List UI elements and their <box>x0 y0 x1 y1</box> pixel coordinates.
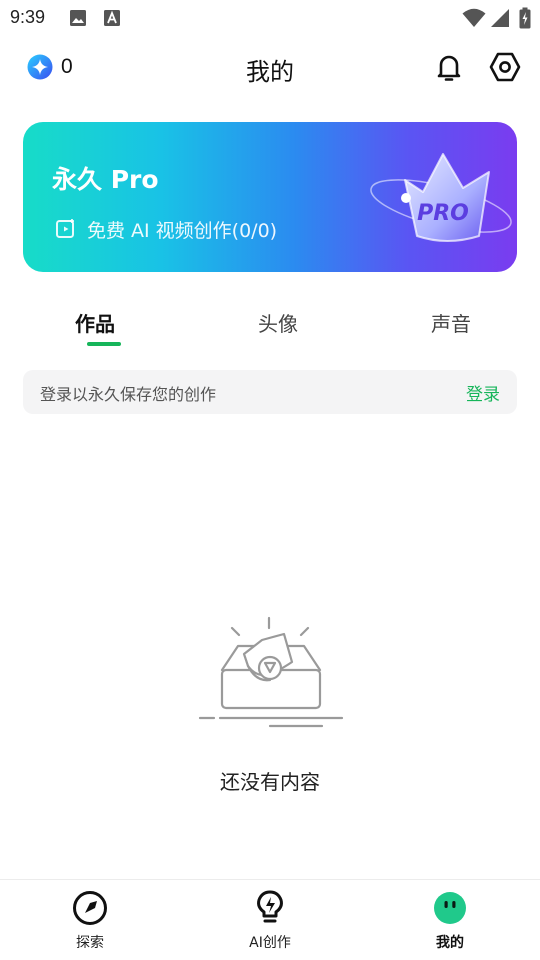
profile-face-icon <box>434 892 466 924</box>
empty-state-text: 还没有内容 <box>220 770 320 794</box>
nav-ai-create[interactable]: AI创作 <box>210 880 330 960</box>
login-button[interactable]: 登录 <box>466 380 500 405</box>
nav-mine[interactable]: 我的 <box>390 880 510 960</box>
pro-badge-text: PRO <box>417 201 469 226</box>
nav-explore-label: 探索 <box>76 935 104 951</box>
pro-crown-icon: PRO <box>370 153 512 242</box>
nav-mine-label: 我的 <box>436 935 464 951</box>
compass-icon <box>73 891 107 925</box>
wifi-icon <box>462 8 486 27</box>
tab-active-indicator <box>87 342 121 346</box>
status-time: 9:39 <box>10 7 46 27</box>
tab-works[interactable]: 作品 <box>45 308 145 337</box>
lightbulb-icon <box>257 890 283 923</box>
text-a-icon <box>104 10 120 26</box>
tab-voice[interactable]: 声音 <box>401 308 501 337</box>
nav-explore[interactable]: 探索 <box>30 880 150 960</box>
login-prompt-bar: 登录以永久保存您的创作 登录 <box>23 370 517 414</box>
header: 0 我的 <box>0 40 540 96</box>
bell-icon[interactable] <box>432 50 466 84</box>
login-prompt-text: 登录以永久保存您的创作 <box>40 385 217 404</box>
tab-avatar[interactable]: 头像 <box>228 308 328 337</box>
image-icon <box>70 10 86 26</box>
signal-icon <box>491 9 509 27</box>
pro-subtitle: 免费 AI 视频创作(0/0) <box>87 220 278 242</box>
settings-icon[interactable] <box>488 50 522 84</box>
status-bar: 9:39 <box>0 0 540 36</box>
empty-box-icon <box>198 616 344 728</box>
nav-ai-create-label: AI创作 <box>249 935 291 951</box>
content-tabs: 作品 头像 声音 <box>0 300 540 350</box>
pro-title: 永久 Pro <box>52 165 159 194</box>
battery-icon <box>519 7 531 29</box>
pro-membership-card[interactable]: 永久 Pro 免费 AI 视频创作(0/0) PRO <box>23 122 517 272</box>
bottom-navigation: 探索 AI创作 我的 <box>0 879 540 960</box>
video-create-icon <box>56 219 74 238</box>
